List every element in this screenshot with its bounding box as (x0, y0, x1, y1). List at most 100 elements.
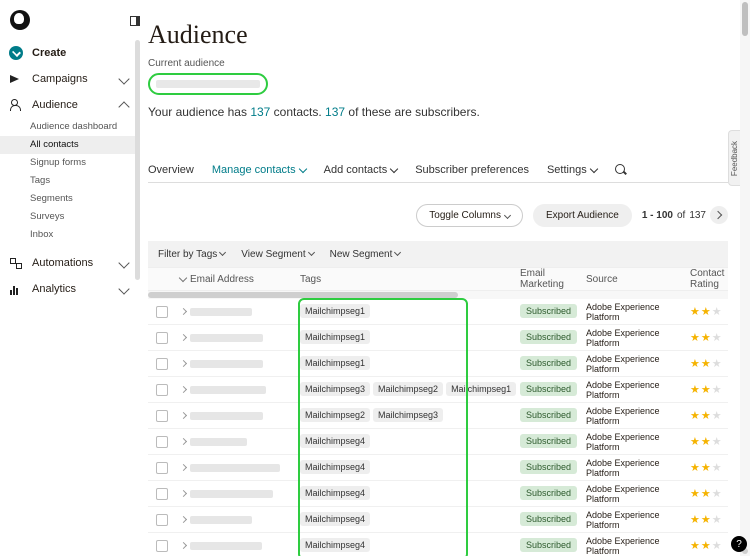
status-badge: Subscribed (520, 382, 577, 396)
table-row[interactable]: Mailchimpseg4SubscribedAdobe Experience … (148, 481, 728, 507)
tag-chip[interactable]: Mailchimpseg4 (300, 486, 370, 500)
expand-row-icon[interactable] (179, 438, 186, 445)
table-row[interactable]: Mailchimpseg3Mailchimpseg2Mailchimpseg1 S… (148, 377, 728, 403)
help-button[interactable]: ? (731, 536, 747, 552)
mailchimp-logo-icon[interactable] (10, 10, 30, 30)
page-scrollbar[interactable] (740, 0, 750, 556)
tag-chip[interactable]: Mailchimpseg1 (300, 304, 370, 318)
tab-manage-contacts[interactable]: Manage contacts (212, 164, 306, 176)
sidebar-sub-signup[interactable]: Signup forms (0, 154, 140, 172)
expand-row-icon[interactable] (179, 334, 186, 341)
sidebar-item-audience[interactable]: Audience (0, 92, 140, 118)
source-value: Adobe Experience Platform (586, 406, 690, 426)
tab-settings[interactable]: Settings (547, 164, 597, 176)
source-value: Adobe Experience Platform (586, 484, 690, 504)
source-value: Adobe Experience Platform (586, 510, 690, 530)
tag-chip[interactable]: Mailchimpseg2 (373, 382, 443, 396)
email-redacted (190, 386, 266, 394)
filter-by-tags[interactable]: Filter by Tags (158, 249, 225, 260)
expand-row-icon[interactable] (179, 464, 186, 471)
chevron-down-icon (589, 164, 597, 172)
row-checkbox[interactable] (156, 306, 168, 318)
expand-row-icon[interactable] (179, 308, 186, 315)
status-badge: Subscribed (520, 356, 577, 370)
row-checkbox[interactable] (156, 540, 168, 552)
sidebar-sub-segments[interactable]: Segments (0, 190, 140, 208)
email-redacted (190, 464, 280, 472)
table-row[interactable]: Mailchimpseg4SubscribedAdobe Experience … (148, 533, 728, 556)
sidebar-sub-tags[interactable]: Tags (0, 172, 140, 190)
col-email[interactable]: Email Address (190, 274, 300, 285)
new-segment[interactable]: New Segment (330, 249, 401, 260)
tag-chip[interactable]: Mailchimpseg4 (300, 460, 370, 474)
person-icon (10, 99, 22, 111)
row-checkbox[interactable] (156, 332, 168, 344)
expand-row-icon[interactable] (179, 516, 186, 523)
table-row[interactable]: Mailchimpseg4 Subscribed Adobe Experience … (148, 507, 728, 533)
pagination: 1 - 100 of 137 (642, 206, 728, 224)
sidebar-sub-inbox[interactable]: Inbox (0, 226, 140, 244)
table-row[interactable]: Mailchimpseg1SubscribedAdobe Experience … (148, 351, 728, 377)
rating-stars: ★★★ (690, 331, 728, 344)
status-badge: Subscribed (520, 330, 577, 344)
table-row[interactable]: Mailchimpseg1SubscribedAdobe Experience … (148, 299, 728, 325)
sidebar-sub-dashboard[interactable]: Audience dashboard (0, 118, 140, 136)
expand-row-icon[interactable] (179, 360, 186, 367)
collapse-panel-icon[interactable] (130, 16, 140, 26)
tag-chip[interactable]: Mailchimpseg4 (300, 512, 370, 526)
page-title: Audience (148, 20, 728, 50)
expand-row-icon[interactable] (179, 386, 186, 393)
tag-chip[interactable]: Mailchimpseg2 (300, 408, 370, 422)
export-audience-button[interactable]: Export Audience (533, 204, 632, 227)
col-tags[interactable]: Tags (300, 274, 520, 285)
table-h-scrollbar[interactable] (148, 291, 728, 299)
row-checkbox[interactable] (156, 514, 168, 526)
tab-overview[interactable]: Overview (148, 164, 194, 176)
table-row[interactable]: Mailchimpseg4SubscribedAdobe Experience … (148, 429, 728, 455)
col-source[interactable]: Source (586, 274, 690, 285)
tag-chip[interactable]: Mailchimpseg4 (300, 434, 370, 448)
expand-row-icon[interactable] (179, 542, 186, 549)
sidebar-item-campaigns[interactable]: Campaigns (0, 66, 140, 92)
toggle-columns-button[interactable]: Toggle Columns (416, 204, 523, 227)
next-page-button[interactable] (710, 206, 728, 224)
col-email-marketing[interactable]: Email Marketing (520, 268, 586, 290)
source-value: Adobe Experience Platform (586, 328, 690, 348)
expand-row-icon[interactable] (179, 490, 186, 497)
bar-chart-icon (10, 283, 22, 295)
tag-chip[interactable]: Mailchimpseg3 (373, 408, 443, 422)
expand-row-icon[interactable] (179, 412, 186, 419)
tag-chip[interactable]: Mailchimpseg1 (446, 382, 516, 396)
tab-subscriber-prefs[interactable]: Subscriber preferences (415, 164, 529, 176)
tag-chip[interactable]: Mailchimpseg1 (300, 356, 370, 370)
row-checkbox[interactable] (156, 436, 168, 448)
row-checkbox[interactable] (156, 462, 168, 474)
table-row[interactable]: Mailchimpseg1 Subscribed Adobe Experience … (148, 325, 728, 351)
sidebar-item-create[interactable]: Create (0, 40, 140, 66)
search-icon[interactable] (615, 164, 627, 176)
feedback-tab[interactable]: Feedback (728, 130, 740, 186)
sidebar-sub-surveys[interactable]: Surveys (0, 208, 140, 226)
col-rating[interactable]: Contact Rating (690, 268, 728, 290)
tag-chip[interactable]: Mailchimpseg3 (300, 382, 370, 396)
tab-add-contacts[interactable]: Add contacts (324, 164, 398, 176)
email-redacted (190, 308, 252, 316)
row-checkbox[interactable] (156, 488, 168, 500)
rating-stars: ★★★ (690, 383, 728, 396)
row-checkbox[interactable] (156, 384, 168, 396)
source-value: Adobe Experience Platform (586, 536, 690, 556)
chevron-down-icon[interactable] (179, 274, 187, 282)
table-row[interactable]: Mailchimpseg2Mailchimpseg3SubscribedAdob… (148, 403, 728, 429)
table-row[interactable]: Mailchimpseg4SubscribedAdobe Experience … (148, 455, 728, 481)
row-checkbox[interactable] (156, 358, 168, 370)
status-badge: Subscribed (520, 512, 577, 526)
sidebar-item-analytics[interactable]: Analytics (0, 276, 140, 302)
tag-chip[interactable]: Mailchimpseg1 (300, 330, 370, 344)
sidebar-sub-all-contacts[interactable]: All contacts (0, 136, 140, 154)
view-segment[interactable]: View Segment (241, 249, 313, 260)
tag-chip[interactable]: Mailchimpseg4 (300, 538, 370, 552)
email-redacted (190, 542, 262, 550)
row-checkbox[interactable] (156, 410, 168, 422)
sidebar-item-automations[interactable]: Automations (0, 250, 140, 276)
email-redacted (190, 490, 273, 498)
